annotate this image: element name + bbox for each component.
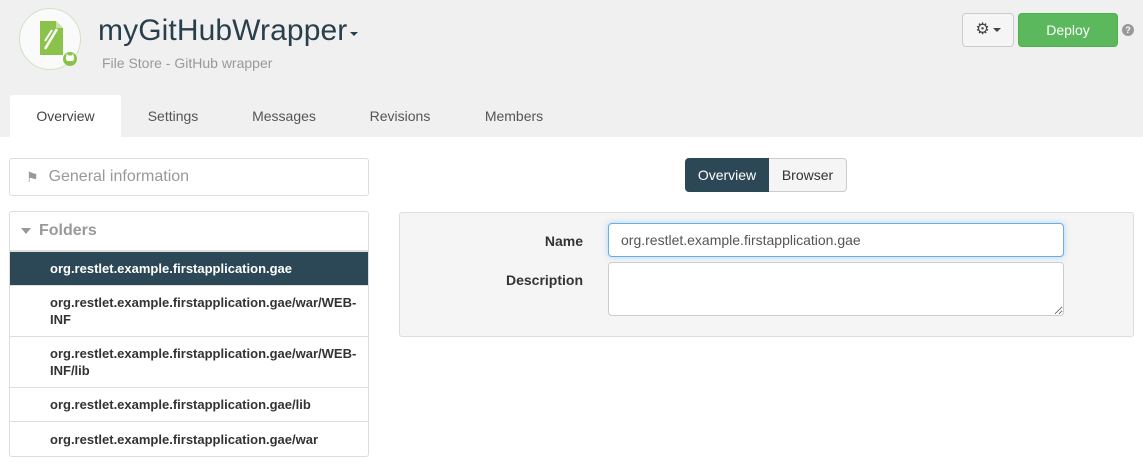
tab-settings[interactable]: Settings <box>128 95 218 137</box>
name-field[interactable] <box>608 223 1064 257</box>
folders-header[interactable]: Folders <box>10 212 368 251</box>
view-browser-button[interactable]: Browser <box>769 158 847 192</box>
folder-item[interactable]: org.restlet.example.firstapplication.gae… <box>10 387 368 421</box>
tab-messages[interactable]: Messages <box>234 95 334 137</box>
folders-label: Folders <box>39 222 97 239</box>
flag-icon: ⚑ <box>26 168 39 185</box>
folder-item[interactable]: org.restlet.example.firstapplication.gae… <box>10 421 368 456</box>
view-overview-button[interactable]: Overview <box>685 158 769 192</box>
description-label: Description <box>505 272 583 288</box>
general-information-label: General information <box>48 168 190 185</box>
chevron-down-icon <box>992 28 1001 32</box>
name-label: Name <box>544 233 583 249</box>
description-field[interactable] <box>608 262 1064 316</box>
settings-dropdown-button[interactable]: ⚙ <box>962 13 1014 47</box>
tab-members[interactable]: Members <box>468 95 560 137</box>
app-title[interactable]: myGitHubWrapper <box>98 14 347 48</box>
caret-down-icon <box>21 228 31 234</box>
folder-item[interactable]: org.restlet.example.firstapplication.gae… <box>10 285 368 336</box>
app-header: myGitHubWrapper File Store - GitHub wrap… <box>0 0 1143 137</box>
gear-icon: ⚙ <box>975 21 990 38</box>
tab-revisions[interactable]: Revisions <box>352 95 448 137</box>
file-store-logo-icon <box>19 8 81 70</box>
general-information-panel[interactable]: ⚑ General information <box>9 158 369 196</box>
help-icon[interactable]: ? <box>1122 24 1134 36</box>
app-subtitle: File Store - GitHub wrapper <box>102 55 273 71</box>
deploy-button[interactable]: Deploy <box>1018 13 1118 47</box>
tab-overview[interactable]: Overview <box>10 95 121 137</box>
folder-item[interactable]: org.restlet.example.firstapplication.gae… <box>10 336 368 387</box>
folder-item[interactable]: org.restlet.example.firstapplication.gae <box>10 251 368 285</box>
folders-panel: Folders org.restlet.example.firstapplica… <box>9 211 369 457</box>
title-dropdown-caret-icon[interactable] <box>350 32 358 36</box>
